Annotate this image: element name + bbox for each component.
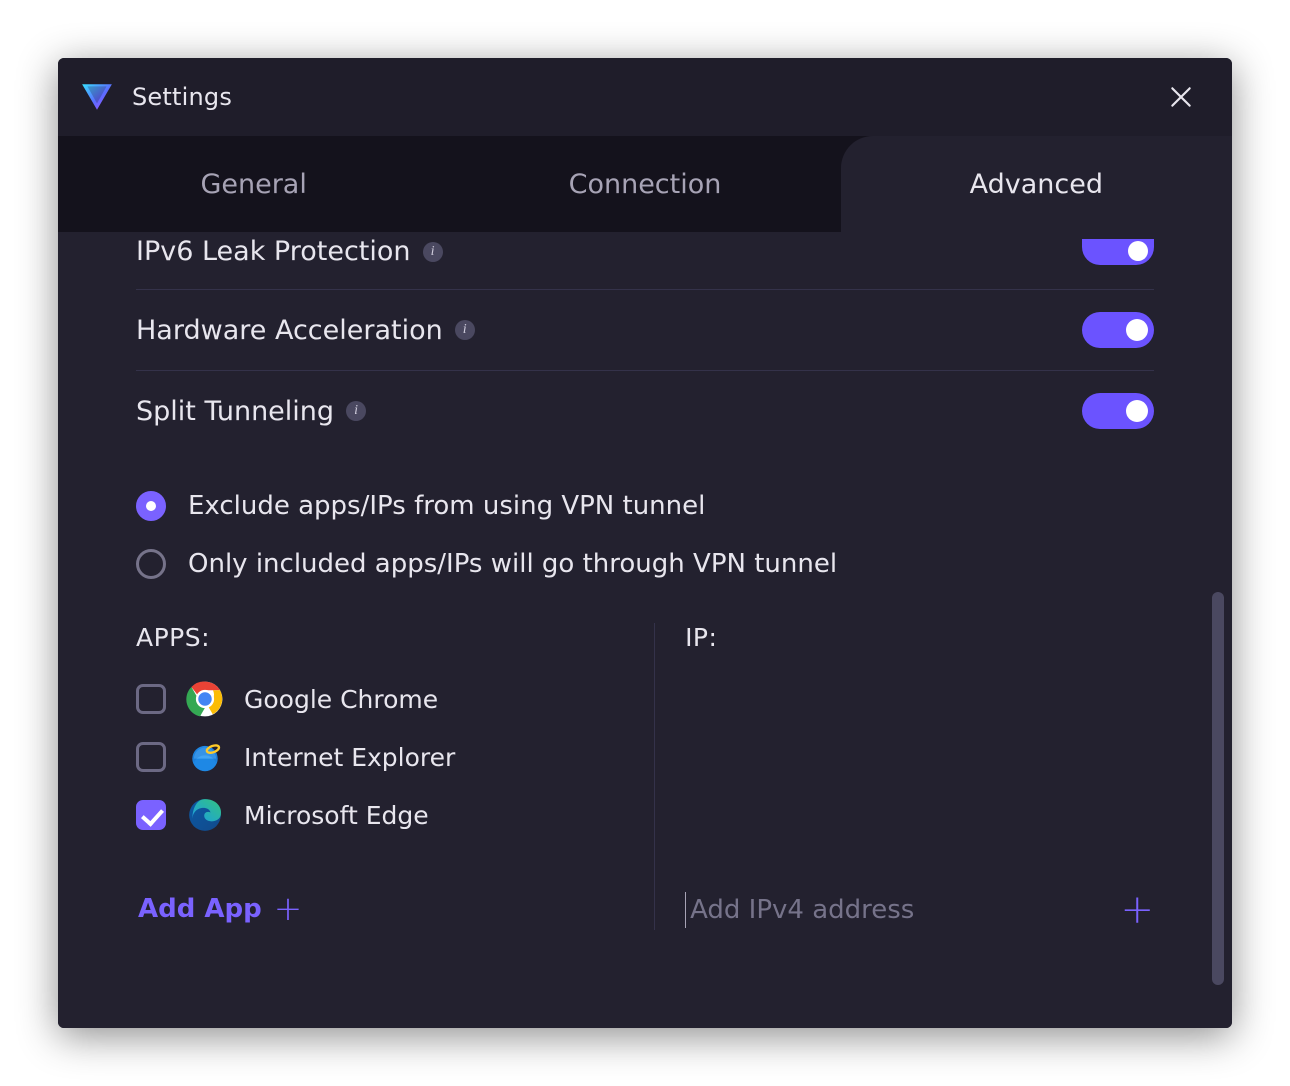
- scrollbar-thumb[interactable]: [1212, 592, 1224, 985]
- close-icon: [1168, 84, 1194, 110]
- radio-include[interactable]: [136, 549, 166, 579]
- setting-row-ipv6: IPv6 Leak Protection i: [136, 232, 1154, 290]
- add-app-button[interactable]: Add App +: [136, 892, 302, 926]
- splittun-subsection: Exclude apps/IPs from using VPN tunnel O…: [136, 451, 1154, 930]
- app-checkbox-ie[interactable]: [136, 742, 166, 772]
- tab-general-label: General: [200, 169, 306, 200]
- apps-column: APPS: Google Chrome: [136, 623, 654, 930]
- ie-icon: [186, 738, 224, 776]
- tabs: General Connection Advanced: [58, 136, 1232, 232]
- ip-title: IP:: [685, 623, 1154, 652]
- ip-column: IP: +: [654, 623, 1154, 930]
- titlebar: Settings: [58, 58, 1232, 136]
- add-ip-row: +: [685, 890, 1154, 930]
- tab-advanced[interactable]: Advanced: [841, 136, 1232, 232]
- hwaccel-toggle[interactable]: [1082, 312, 1154, 348]
- hwaccel-label: Hardware Acceleration: [136, 315, 443, 346]
- apps-ip-columns: APPS: Google Chrome: [136, 623, 1154, 930]
- radio-exclude[interactable]: [136, 491, 166, 521]
- scrollbar-track: [1212, 252, 1224, 1008]
- splittun-label: Split Tunneling: [136, 396, 334, 427]
- tab-advanced-label: Advanced: [970, 169, 1103, 200]
- splittun-toggle[interactable]: [1082, 393, 1154, 429]
- app-row-chrome: Google Chrome: [136, 670, 624, 728]
- ipv6-label: IPv6 Leak Protection: [136, 236, 411, 267]
- scroll-area: IPv6 Leak Protection i Hardware Accelera…: [58, 232, 1194, 1028]
- settings-window: Settings General Connection Advanced IPv…: [58, 58, 1232, 1028]
- info-icon[interactable]: i: [346, 401, 366, 421]
- setting-row-hwaccel: Hardware Acceleration i: [136, 290, 1154, 371]
- app-logo-icon: [80, 80, 114, 114]
- tab-general[interactable]: General: [58, 136, 449, 232]
- plus-icon: +: [274, 892, 303, 926]
- info-icon[interactable]: i: [455, 320, 475, 340]
- radio-include-label: Only included apps/IPs will go through V…: [188, 549, 837, 579]
- apps-title: APPS:: [136, 623, 624, 652]
- radio-row-include[interactable]: Only included apps/IPs will go through V…: [136, 535, 1154, 593]
- tab-connection-label: Connection: [569, 169, 722, 200]
- radio-row-exclude[interactable]: Exclude apps/IPs from using VPN tunnel: [136, 477, 1154, 535]
- add-ip-button[interactable]: +: [1120, 890, 1154, 930]
- app-checkbox-edge[interactable]: [136, 800, 166, 830]
- info-icon[interactable]: i: [423, 242, 443, 262]
- radio-exclude-label: Exclude apps/IPs from using VPN tunnel: [188, 491, 705, 521]
- window-title: Settings: [132, 83, 232, 111]
- app-checkbox-chrome[interactable]: [136, 684, 166, 714]
- tab-connection[interactable]: Connection: [449, 136, 840, 232]
- app-name-ie: Internet Explorer: [244, 743, 455, 772]
- app-name-edge: Microsoft Edge: [244, 801, 429, 830]
- app-row-ie: Internet Explorer: [136, 728, 624, 786]
- edge-icon: [186, 796, 224, 834]
- add-app-label: Add App: [138, 894, 262, 924]
- app-row-edge: Microsoft Edge: [136, 786, 624, 844]
- add-app-row: Add App +: [136, 892, 624, 926]
- chrome-icon: [186, 680, 224, 718]
- ipv6-toggle[interactable]: [1082, 239, 1154, 265]
- content-area: IPv6 Leak Protection i Hardware Accelera…: [58, 232, 1232, 1028]
- close-button[interactable]: [1160, 76, 1202, 118]
- app-name-chrome: Google Chrome: [244, 685, 438, 714]
- setting-row-splittun: Split Tunneling i: [136, 371, 1154, 451]
- ip-input[interactable]: [685, 892, 1100, 928]
